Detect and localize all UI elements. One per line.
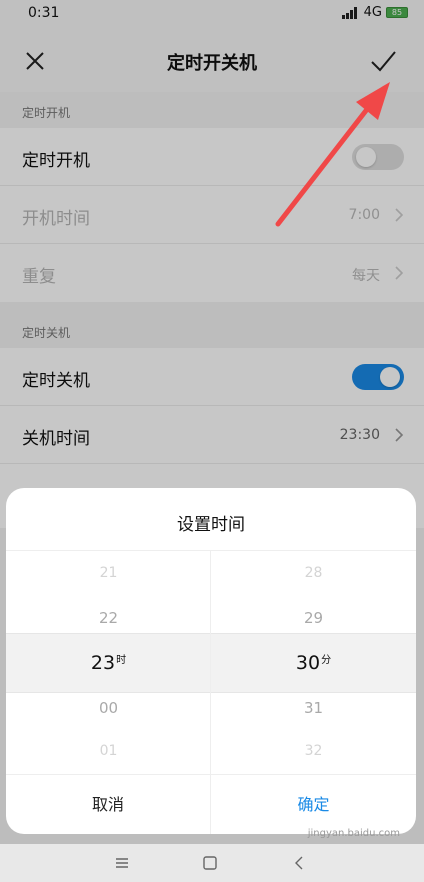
hour-option[interactable]: 00	[6, 699, 211, 717]
minute-option[interactable]: 28	[211, 565, 416, 581]
minute-selected-value: 30	[295, 652, 321, 674]
watermark: jingyan.baidu.com	[307, 828, 400, 839]
hour-unit: 时	[116, 655, 127, 666]
navigation-bar	[0, 844, 424, 882]
menu-icon[interactable]	[114, 855, 130, 871]
time-picker: 21 22 23时 00 01 28 29 30分 31 32	[6, 550, 416, 775]
time-picker-dialog: 设置时间 21 22 23时 00 01 28 29 30分 31 32 取消 …	[6, 488, 416, 834]
dialog-title: 设置时间	[177, 515, 245, 535]
hour-option[interactable]: 21	[6, 565, 211, 581]
minute-wheel[interactable]: 28 29 30分 31 32	[211, 551, 416, 775]
minute-option[interactable]: 31	[211, 699, 416, 717]
minute-unit: 分	[321, 655, 332, 666]
hour-selected-value: 23	[90, 652, 116, 674]
hour-selected[interactable]: 23时	[6, 651, 211, 674]
minute-selected[interactable]: 30分	[211, 651, 416, 674]
cancel-button[interactable]: 取消	[6, 775, 211, 834]
minute-option[interactable]: 32	[211, 743, 416, 759]
home-icon[interactable]	[202, 855, 218, 871]
hour-option[interactable]: 01	[6, 743, 211, 759]
confirm-button[interactable]: 确定	[211, 775, 416, 834]
hour-wheel[interactable]: 21 22 23时 00 01	[6, 551, 211, 775]
back-icon[interactable]	[292, 855, 308, 871]
dialog-buttons: 取消 确定	[6, 774, 416, 834]
hour-option[interactable]: 22	[6, 609, 211, 627]
minute-option[interactable]: 29	[211, 609, 416, 627]
